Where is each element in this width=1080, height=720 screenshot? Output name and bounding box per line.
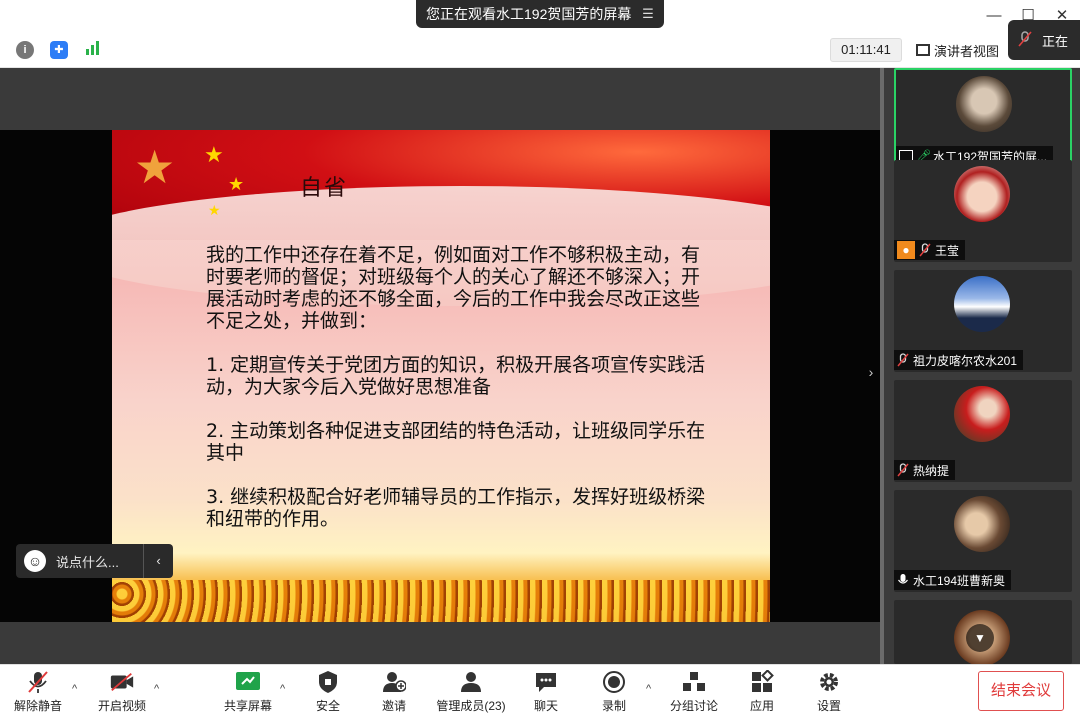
manage-members-button[interactable]: 管理成员(23) [428,669,514,719]
chevron-down-icon[interactable]: ▼ [966,624,994,652]
mic-muted-icon [919,243,931,257]
slide-flower-border [112,580,770,622]
banner-menu-icon[interactable]: ☰ [638,4,658,24]
mic-icon [897,573,909,587]
people-icon [458,669,484,695]
invite-button[interactable]: 邀请 [362,669,426,719]
speaker-view-button[interactable]: 演讲者视图 [916,38,1012,62]
meeting-timer: 01:11:41 [830,38,902,62]
talking-label: 正在 [1042,33,1069,49]
chevron-right-icon[interactable]: › [862,364,880,390]
share-banner-text: 您正在观看水工192贺国芳的屏幕 [426,6,632,22]
chat-placeholder[interactable]: 说点什么... [56,552,119,571]
chevron-left-icon[interactable]: ‹ [143,544,173,578]
chat-label: 聊天 [533,699,558,713]
slide-item: 3. 继续积极配合好老师辅导员的工作指示，发挥好班级桥梁和纽带的作用。 [206,486,706,530]
mic-muted-icon [25,669,51,695]
apps-button[interactable]: 应用 [730,669,794,719]
share-screen-label: 共享屏幕 [223,699,272,713]
record-icon [601,669,627,695]
participant-name-bar: 祖力皮喀尔农水201 [894,350,1024,370]
breakout-rooms-icon [681,669,707,695]
participant-name: 水工194班曹新奥 [913,573,1006,588]
shield-icon[interactable]: ✚ [50,41,68,59]
minimize-icon[interactable]: — [984,6,1004,26]
mic-muted-icon [897,353,909,367]
info-icon[interactable]: i [16,41,34,59]
participant-name-bar: 水工194班曹新奥 [894,570,1012,590]
participant-tile[interactable]: 🎤︎ 水工192贺国芳的屏... [894,68,1072,170]
info-bar: i ✚ 01:11:41 演讲者视图 [0,32,1080,68]
chevron-up-icon[interactable]: ^ [646,683,651,695]
share-banner: 您正在观看水工192贺国芳的屏幕 ☰ [416,0,664,28]
security-button[interactable]: 安全 [296,669,360,719]
star-icon: ★ [228,174,245,194]
title-bar: 您正在观看水工192贺国芳的屏幕 ☰ — ☐ ✕ [0,0,1080,32]
chevron-up-icon[interactable]: ^ [72,683,77,695]
settings-button[interactable]: 设置 [797,669,861,719]
participant-tile[interactable]: 热纳提 [894,380,1072,482]
avatar [954,166,1010,222]
chat-button[interactable]: 聊天 [514,669,578,719]
unmute-label: 解除静音 [13,699,62,713]
speaker-view-icon [916,44,930,56]
security-shield-icon [315,669,341,695]
avatar [956,76,1012,132]
avatar [954,276,1010,332]
participant-name: 热纳提 [913,463,950,478]
apps-grid-icon [749,669,775,695]
mic-muted-icon [897,463,909,477]
record-label: 录制 [601,699,626,713]
slide-title: 自省 [300,176,349,201]
presentation-slide: ★ ★ ★ ★ 自省 我的工作中还存在着不足，例如面对工作不够积极主动，有时要老… [112,130,770,622]
slide-item: 2. 主动策划各种促进支部团结的特色活动，让班级同学乐在其中 [206,420,706,464]
mic-muted-icon [1018,30,1032,50]
share-screen-icon [235,669,261,695]
add-person-icon [381,669,407,695]
chat-bubble-icon [533,669,559,695]
signal-icon[interactable] [84,41,102,59]
participant-tile[interactable]: 祖力皮喀尔农水201 [894,270,1072,372]
shared-screen-area: ★ ★ ★ ★ 自省 我的工作中还存在着不足，例如面对工作不够积极主动，有时要老… [0,68,880,664]
record-button[interactable]: 录制 [582,669,646,719]
participant-tile[interactable]: 水工194班曹新奥 [894,490,1072,592]
participant-name-bar: 热纳提 [894,460,956,480]
slide-paragraph: 我的工作中还存在着不足，例如面对工作不够积极主动，有时要老师的督促；对班级每个人… [206,244,701,332]
breakout-label: 分组讨论 [669,699,718,713]
chevron-up-icon[interactable]: ^ [280,683,285,695]
meeting-toolbar: 解除静音 ^ 开启视频 ^ 共享屏幕 ^ 安全 邀请 管理成员(23) 聊天 录… [0,664,1080,720]
participant-panel: 🎤︎ 水工192贺国芳的屏... ● 王莹 祖力皮喀尔农水201 热纳提 水工1… [880,68,1080,666]
speaker-view-label: 演讲者视图 [934,43,1000,59]
start-video-label: 开启视频 [97,699,146,713]
participant-tile[interactable]: ● 王莹 [894,160,1072,262]
chat-input-pill[interactable]: ☺ 说点什么... ‹ [16,544,173,578]
avatar [954,386,1010,442]
end-meeting-button[interactable]: 结束会议 [978,671,1064,711]
gear-icon [816,669,842,695]
participant-name: 王莹 [935,243,960,258]
apps-label: 应用 [749,699,774,713]
slide-item: 1. 定期宣传关于党团方面的知识，积极开展各项宣传实践活动，为大家今后入党做好思… [206,354,706,398]
meeting-window: 您正在观看水工192贺国芳的屏幕 ☰ — ☐ ✕ i ✚ 01:11:41 演讲… [0,0,1080,720]
start-video-button[interactable]: 开启视频 [90,669,154,719]
share-screen-button[interactable]: 共享屏幕 [216,669,280,719]
video-off-icon [109,669,135,695]
star-icon: ★ [208,202,221,218]
invite-label: 邀请 [381,699,406,713]
large-star-icon: ★ [134,141,176,193]
unmute-button[interactable]: 解除静音 [6,669,70,719]
manage-members-label: 管理成员(23) [436,699,506,713]
chevron-up-icon[interactable]: ^ [154,683,159,695]
slide-body: 我的工作中还存在着不足，例如面对工作不够积极主动，有时要老师的督促；对班级每个人… [206,244,706,552]
security-label: 安全 [315,699,340,713]
star-icon: ★ [204,142,224,167]
participant-name-bar: ● 王莹 [894,240,966,260]
settings-label: 设置 [816,699,841,713]
avatar [954,496,1010,552]
emoji-icon[interactable]: ☺ [24,550,46,572]
talking-indicator: 正在 [1008,20,1080,60]
breakout-button[interactable]: 分组讨论 [662,669,726,719]
person-icon: ● [897,241,915,259]
participant-name: 祖力皮喀尔农水201 [913,353,1018,368]
